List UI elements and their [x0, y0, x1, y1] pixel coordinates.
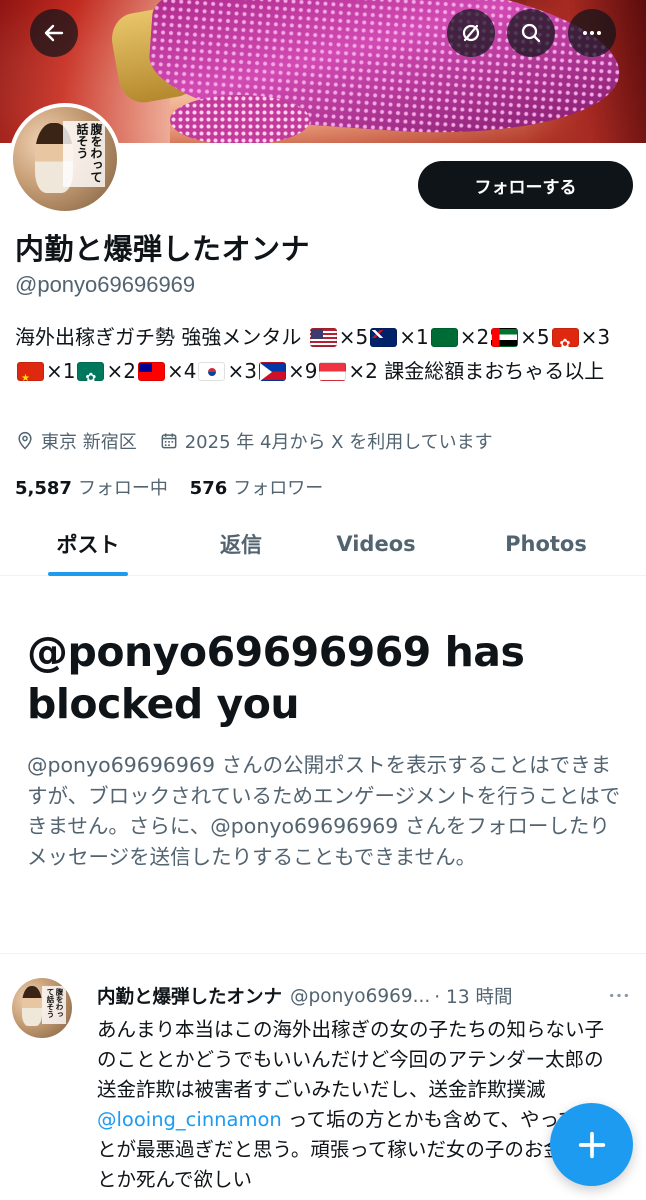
profile-joined: 2025 年 4月から X を利用しています [159, 428, 493, 454]
post-avatar[interactable]: 腹をわって話そう [12, 978, 72, 1038]
bio-text: ×3 [227, 359, 257, 383]
profile-avatar[interactable]: 腹をわって話そう [9, 103, 121, 215]
flag-tw-icon [137, 362, 165, 381]
flag-sg-icon [319, 362, 347, 381]
more-horizontal-icon [610, 993, 628, 997]
bio-text: ×5 [520, 325, 550, 349]
profile-location: 東京 新宿区 [15, 428, 137, 454]
tab-videos[interactable]: Videos [306, 512, 446, 576]
followers-label: フォロワー [233, 478, 324, 499]
following-link[interactable]: 5,587 フォロー中 [15, 478, 168, 499]
post-text: あんまり本当はこの海外出稼ぎの女の子たちの知らない子のこととかどうでもいいんだけ… [97, 1015, 622, 1195]
bio-text: ×4 [166, 359, 197, 383]
avatar-image: 腹をわって話そう [13, 107, 117, 211]
avatar-caption: 腹をわって話そう [63, 121, 105, 187]
flag-ae-icon [491, 328, 519, 347]
post-header: 内勤と爆弾したオンナ @ponyo6969... · 13 時間 [97, 983, 637, 1009]
flag-us-icon [309, 328, 337, 347]
following-count: 5,587 [15, 478, 72, 499]
avatar-caption: 腹をわって話そう [42, 986, 66, 1024]
flag-hk-icon [551, 328, 579, 362]
bio-text: ×1 [46, 359, 76, 383]
flag-kr-icon [198, 362, 226, 381]
tab-label: Photos [505, 532, 587, 556]
plus-icon [578, 1131, 605, 1158]
flag-cn-icon [17, 362, 44, 396]
location-pin-icon [18, 431, 32, 450]
back-button[interactable] [30, 9, 78, 57]
tab-active-indicator [48, 572, 128, 576]
location-text: 東京 新宿区 [41, 432, 137, 453]
arrow-left-icon [44, 24, 64, 42]
profile-display-name: 内勤と爆弾したオンナ [15, 232, 311, 266]
bio-text: ×3 [580, 325, 611, 349]
flag-mo-icon [77, 362, 105, 396]
grok-icon [462, 24, 480, 42]
banner-sparkle [170, 95, 310, 143]
bio-text: ×5 [338, 325, 369, 349]
avatar-image: 腹をわって話そう [12, 978, 72, 1038]
bio-text: ×1 [399, 325, 429, 349]
post-author-handle[interactable]: @ponyo6969... [290, 986, 430, 1007]
flag-ph-icon [258, 362, 286, 381]
more-horizontal-icon [583, 31, 601, 35]
profile-tabs: ポスト 返信 Videos Photos [0, 512, 646, 576]
avatar-figure [22, 986, 42, 1026]
profile-handle: @ponyo69696969 [15, 272, 196, 297]
post-mention-link[interactable]: @looing_cinnamon [97, 1108, 282, 1131]
flag-au-icon [370, 328, 398, 347]
tab-posts[interactable]: ポスト [0, 512, 176, 576]
flag-sa-icon [430, 328, 458, 347]
tab-label: Videos [336, 532, 416, 556]
tab-label: ポスト [56, 533, 120, 557]
tab-replies[interactable]: 返信 [176, 512, 306, 576]
blocked-title: @ponyo69696969 has blocked you [27, 628, 525, 728]
search-icon [521, 23, 541, 43]
tab-photos[interactable]: Photos [446, 512, 646, 576]
following-label: フォロー中 [77, 478, 168, 499]
post-timestamp[interactable]: · 13 時間 [434, 983, 512, 1009]
bio-text: ×2 課金総額まおちゃる以上 [348, 359, 605, 383]
follow-button[interactable]: フォローする [418, 161, 633, 209]
search-button[interactable] [507, 9, 555, 57]
bio-text: ×2 [106, 359, 136, 383]
post-author-name[interactable]: 内勤と爆弾したオンナ [97, 983, 282, 1009]
grok-button[interactable] [447, 9, 495, 57]
post-more-button[interactable] [604, 983, 634, 1007]
tab-label: 返信 [220, 533, 262, 557]
calendar-icon [161, 433, 177, 449]
post-text-part: あんまり本当はこの海外出稼ぎの女の子たちの知らない子のこととかどうでもいいんだけ… [97, 1018, 605, 1101]
followers-link[interactable]: 576 フォロワー [190, 478, 324, 499]
profile-meta: 東京 新宿区 2025 年 4月から X を利用しています [15, 428, 515, 454]
profile-stats: 5,587 フォロー中 576 フォロワー [15, 474, 339, 500]
bio-text: ×9 [287, 359, 318, 383]
blocked-description: @ponyo69696969 さんの公開ポストを表示することはできますが、ブロッ… [27, 753, 621, 869]
compose-button[interactable] [550, 1103, 633, 1186]
bio-text: 海外出稼ぎガチ勢 強強メンタル [15, 325, 308, 349]
more-button[interactable] [568, 9, 616, 57]
bio-text: ×2 [459, 325, 490, 349]
followers-count: 576 [189, 478, 228, 499]
joined-text: 2025 年 4月から X を利用しています [184, 432, 493, 453]
profile-bio: 海外出稼ぎガチ勢 強強メンタル ×5 ×1 ×2 ×5 ×3 ×1 ×2 ×4 ×3 ×9 ×2 課… [15, 320, 627, 396]
divider [0, 953, 646, 954]
